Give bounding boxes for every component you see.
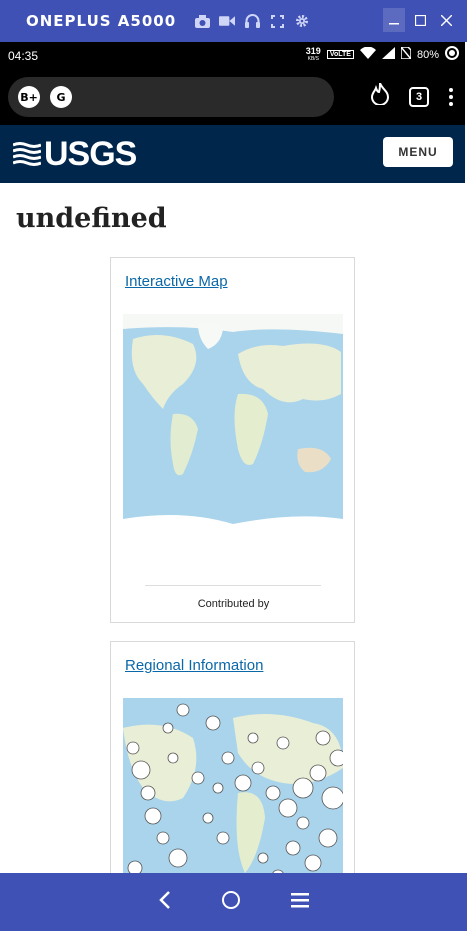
back-icon[interactable] bbox=[158, 890, 171, 914]
emulator-window: ONEPLUS A5000 04:35 319 KB/S VoLTE 80% B… bbox=[0, 0, 467, 931]
toolbar bbox=[194, 13, 310, 29]
usgs-wave-mark-icon bbox=[13, 142, 41, 166]
cell-signal-icon bbox=[381, 47, 395, 62]
window-title: ONEPLUS A5000 bbox=[26, 12, 177, 30]
regional-information-link[interactable]: Regional Information bbox=[125, 657, 354, 674]
home-icon[interactable] bbox=[221, 890, 241, 915]
fullscreen-icon[interactable] bbox=[269, 13, 285, 29]
usgs-logo[interactable]: USGS bbox=[13, 134, 137, 174]
video-icon[interactable] bbox=[219, 13, 236, 29]
flame-icon[interactable] bbox=[370, 82, 390, 110]
battery-icon bbox=[445, 46, 459, 63]
bookmark-plus-icon[interactable]: B+ bbox=[18, 86, 40, 108]
status-bar: 04:35 319 KB/S VoLTE 80% bbox=[0, 42, 467, 69]
earthquake-map-image[interactable] bbox=[123, 698, 343, 873]
maximize-button[interactable] bbox=[409, 8, 431, 32]
window-controls bbox=[383, 8, 457, 32]
settings-gear-icon[interactable] bbox=[294, 13, 310, 29]
usgs-header: USGS MENU bbox=[0, 125, 467, 183]
no-sim-icon bbox=[400, 46, 412, 62]
map-attribution-divider bbox=[145, 585, 321, 586]
minimize-button[interactable] bbox=[383, 8, 405, 32]
network-speed: 319 KB/S bbox=[306, 46, 321, 63]
recents-menu-icon[interactable] bbox=[290, 892, 309, 913]
close-button[interactable] bbox=[435, 8, 457, 32]
world-map-image[interactable] bbox=[123, 314, 343, 554]
browser-actions: 3 bbox=[370, 82, 453, 110]
window-titlebar: ONEPLUS A5000 bbox=[0, 0, 467, 42]
tab-switcher-button[interactable]: 3 bbox=[409, 86, 429, 107]
menu-button[interactable]: MENU bbox=[383, 137, 453, 167]
main-content: undefined bbox=[0, 183, 467, 234]
android-nav-bar bbox=[0, 873, 467, 931]
regional-information-card: Regional Information bbox=[110, 641, 355, 873]
interactive-map-link[interactable]: Interactive Map bbox=[125, 273, 354, 290]
overflow-menu-icon[interactable] bbox=[449, 87, 453, 106]
battery-percent: 80% bbox=[416, 48, 439, 61]
map-caption: Contributed by bbox=[197, 598, 270, 610]
usgs-logo-text: USGS bbox=[44, 134, 137, 173]
headphones-icon[interactable] bbox=[244, 13, 260, 29]
google-search-icon[interactable]: G bbox=[50, 86, 72, 108]
address-bar[interactable]: B+ G bbox=[8, 77, 334, 117]
volte-badge: VoLTE bbox=[326, 50, 354, 59]
page-title: undefined bbox=[16, 203, 167, 234]
browser-toolbar: B+ G 3 bbox=[0, 69, 467, 125]
network-speed-unit: KB/S bbox=[307, 55, 320, 62]
camera-icon[interactable] bbox=[194, 13, 210, 29]
interactive-map-card: Interactive Map Contributed by bbox=[110, 257, 355, 623]
phone-screen: 04:35 319 KB/S VoLTE 80% B+ G 3 USGS MEN… bbox=[0, 42, 467, 873]
wifi-icon bbox=[359, 46, 376, 62]
status-icons: 319 KB/S VoLTE 80% bbox=[306, 46, 459, 63]
status-time: 04:35 bbox=[8, 48, 39, 63]
